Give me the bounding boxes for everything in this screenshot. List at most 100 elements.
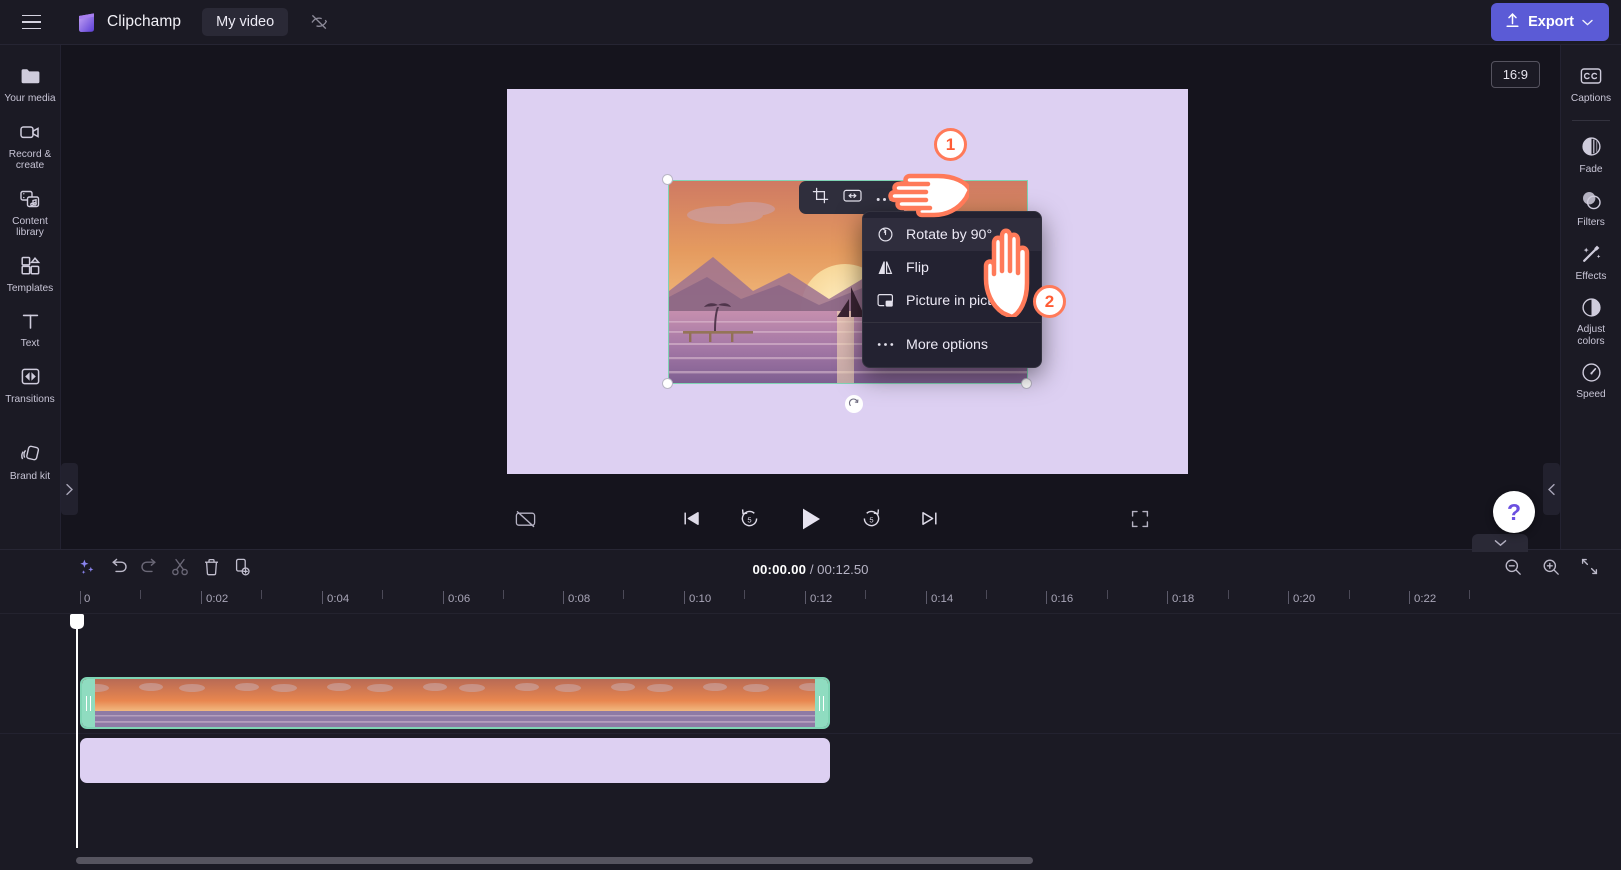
timeline-toolbar: 00:00.00 / 00:12.50 xyxy=(0,550,1621,588)
aspect-ratio-button[interactable]: 16:9 xyxy=(1490,61,1540,88)
left-sidebar: Your media Record & create Content libra… xyxy=(0,45,61,549)
sidebar-item-captions[interactable]: Captions xyxy=(1563,57,1620,111)
sidebar-item-record-create[interactable]: Record & create xyxy=(2,113,59,178)
rewind-5-button[interactable]: 5 xyxy=(733,504,767,538)
sidebar-item-brand-kit[interactable]: Brand kit xyxy=(2,435,59,489)
video-canvas[interactable] xyxy=(507,89,1188,474)
hamburger-icon[interactable] xyxy=(14,5,48,39)
clip-thumbnail xyxy=(317,679,364,727)
fit-fill-icon xyxy=(842,188,862,208)
ruler-label: 0:04 xyxy=(327,593,350,605)
undo-button[interactable] xyxy=(103,554,133,584)
right-sidebar: Captions Fade Filters Effects Adjust col… xyxy=(1560,45,1621,549)
redo-button[interactable] xyxy=(134,554,164,584)
sidebar-item-templates[interactable]: Templates xyxy=(2,247,59,301)
timeline-audio-clip[interactable] xyxy=(80,738,830,783)
clip-context-menu: Rotate by 90° Flip Picture in picture Mo… xyxy=(862,211,1042,368)
clip-thumbnail xyxy=(552,679,599,727)
current-time: 00:00.00 xyxy=(752,561,807,577)
context-menu-item-pip[interactable]: Picture in picture xyxy=(863,284,1041,317)
sidebar-label: Effects xyxy=(1575,270,1607,282)
timeline-video-clip[interactable] xyxy=(80,677,830,729)
text-icon xyxy=(18,309,42,333)
captions-toggle-button[interactable] xyxy=(508,504,542,538)
clipchamp-editor: Clipchamp My video Export Your media Rec… xyxy=(0,0,1621,870)
effects-wand-icon xyxy=(1579,242,1603,266)
clip-thumbnail xyxy=(693,679,740,727)
playhead-knob[interactable] xyxy=(70,614,84,629)
skip-to-end-button[interactable] xyxy=(913,504,947,538)
expand-left-panel-button[interactable] xyxy=(61,463,78,515)
collapse-right-panel-button[interactable] xyxy=(1543,463,1560,515)
resize-handle-bottom-left[interactable] xyxy=(662,378,673,389)
picture-in-picture-icon xyxy=(877,292,894,309)
captions-off-icon xyxy=(515,510,536,533)
timeline-horizontal-scrollbar[interactable] xyxy=(76,857,1033,864)
forward-5-button[interactable]: 5 xyxy=(855,504,889,538)
zoom-in-icon xyxy=(1542,558,1560,581)
editor-body: Your media Record & create Content libra… xyxy=(0,45,1621,549)
project-name-field[interactable]: My video xyxy=(202,8,289,36)
context-menu-divider xyxy=(863,322,1041,323)
resize-handle-bottom-right[interactable] xyxy=(1021,378,1032,389)
sidebar-item-text[interactable]: Text xyxy=(2,302,59,356)
zoom-in-button[interactable] xyxy=(1536,554,1566,584)
collapse-timeline-button[interactable] xyxy=(1472,534,1528,552)
clip-thumbnail xyxy=(364,679,411,727)
clip-thumbnail xyxy=(646,679,693,727)
svg-text:5: 5 xyxy=(869,515,873,524)
sidebar-label: Fade xyxy=(1579,163,1603,175)
sidebar-item-content-library[interactable]: Content library xyxy=(2,180,59,245)
closed-caption-icon xyxy=(1579,64,1603,88)
sidebar-label: Filters xyxy=(1577,217,1605,228)
sidebar-item-effects[interactable]: Effects xyxy=(1563,235,1620,289)
sidebar-label: Templates xyxy=(6,282,54,294)
fit-button[interactable] xyxy=(837,184,867,211)
sidebar-item-speed[interactable]: Speed xyxy=(1563,353,1620,407)
sidebar-item-fade[interactable]: Fade xyxy=(1563,128,1620,182)
playhead[interactable] xyxy=(70,614,84,848)
annotation-badge-2: 2 xyxy=(1033,285,1066,318)
play-button[interactable] xyxy=(791,501,831,541)
auto-compose-button[interactable] xyxy=(72,554,102,584)
context-menu-item-rotate[interactable]: Rotate by 90° xyxy=(863,218,1041,251)
more-button[interactable] xyxy=(869,184,899,211)
sidebar-item-adjust-colors[interactable]: Adjust colors xyxy=(1563,288,1620,353)
preview-stage: 16:9 Rotate by 90° Flip Picture in pictu… xyxy=(61,45,1560,515)
sidebar-item-transitions[interactable]: Transitions xyxy=(2,358,59,412)
export-button[interactable]: Export xyxy=(1491,3,1609,41)
sidebar-label: Transitions xyxy=(5,393,55,405)
fullscreen-button[interactable] xyxy=(1123,504,1157,538)
trim-handle-right[interactable] xyxy=(815,679,828,727)
context-menu-label: Flip xyxy=(906,259,929,276)
fit-timeline-icon xyxy=(1581,558,1598,580)
sidebar-item-your-media[interactable]: Your media xyxy=(2,57,59,111)
trim-handle-left[interactable] xyxy=(82,679,95,727)
clip-thumbnail xyxy=(505,679,552,727)
fit-timeline-button[interactable] xyxy=(1574,554,1604,584)
rotate-handle[interactable] xyxy=(845,395,863,413)
time-separator: / xyxy=(806,561,818,577)
timeline-ruler[interactable]: 0 0:02 0:04 0:06 0:08 0:10 0:12 0:14 0:1… xyxy=(0,588,1621,614)
context-menu-label: More options xyxy=(906,336,989,353)
skip-to-start-button[interactable] xyxy=(675,504,709,538)
filters-icon xyxy=(1579,188,1603,212)
duplicate-button[interactable] xyxy=(227,554,257,584)
timeline-tracks xyxy=(0,614,1621,870)
trash-icon xyxy=(203,558,220,581)
help-button[interactable]: ? xyxy=(1493,491,1535,533)
sidebar-item-filters[interactable]: Filters xyxy=(1563,181,1620,235)
split-button[interactable] xyxy=(165,554,195,584)
annotation-badge-1: 1 xyxy=(934,128,967,161)
delete-button[interactable] xyxy=(196,554,226,584)
context-menu-item-flip[interactable]: Flip xyxy=(863,251,1041,284)
ruler-label: 0 xyxy=(84,593,91,605)
eye-off-icon[interactable] xyxy=(306,9,332,35)
top-bar: Clipchamp My video Export xyxy=(0,0,1621,45)
brand-logo-link[interactable]: Clipchamp xyxy=(75,11,181,34)
crop-button[interactable] xyxy=(805,184,835,211)
zoom-out-button[interactable] xyxy=(1498,554,1528,584)
context-menu-item-more-options[interactable]: More options xyxy=(863,328,1041,361)
resize-handle-top-left[interactable] xyxy=(662,174,673,185)
timeline-panel: 00:00.00 / 00:12.50 0 0:02 0:04 0:06 0:0… xyxy=(0,534,1621,870)
